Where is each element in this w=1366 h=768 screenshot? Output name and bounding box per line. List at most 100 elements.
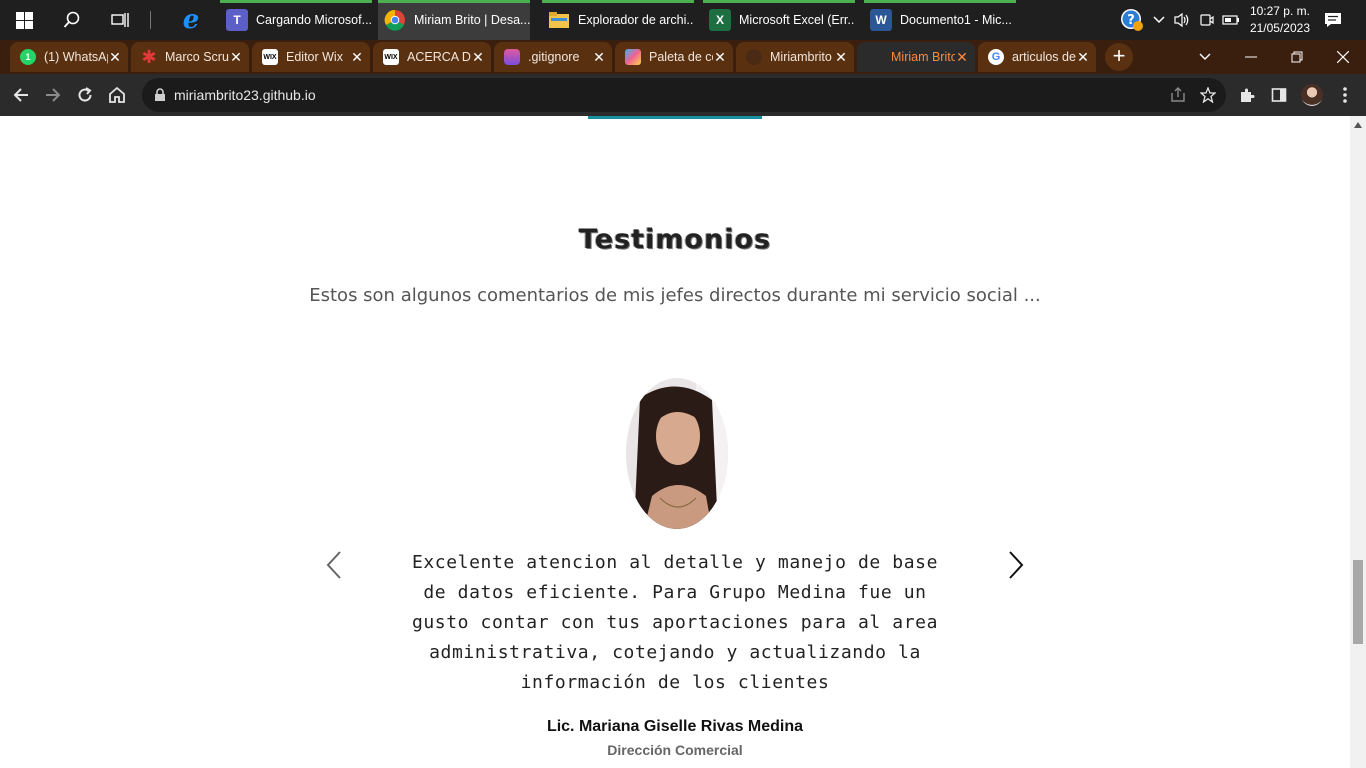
taskbar-app-word[interactable]: W Documento1 - Mic... xyxy=(864,0,1016,40)
close-window-button[interactable] xyxy=(1328,40,1358,74)
browser-toolbar: miriambrito23.github.io xyxy=(0,74,1366,116)
browser-tab[interactable]: WIX Editor Wix ✕ xyxy=(252,42,370,72)
battery-icon xyxy=(1222,15,1239,25)
side-panel-button[interactable] xyxy=(1264,80,1294,110)
github-icon xyxy=(746,49,762,65)
help-tray-button[interactable]: ? xyxy=(1118,0,1146,40)
running-indicator xyxy=(378,0,530,3)
search-button[interactable] xyxy=(56,0,88,40)
close-icon[interactable]: ✕ xyxy=(229,49,243,66)
browser-tab[interactable]: Miriambrito ✕ xyxy=(736,42,854,72)
taskbar-app-chrome[interactable]: Miriam Brito | Desa... xyxy=(378,0,530,40)
internet-explorer-icon: e xyxy=(182,5,200,35)
volume-button[interactable] xyxy=(1172,0,1192,40)
search-icon xyxy=(63,11,80,28)
lock-icon[interactable] xyxy=(154,88,166,102)
browser-tab-strip: 1 (1) WhatsApp ✕ ✱ Marco Scrum ✕ WIX Edi… xyxy=(0,40,1366,74)
running-indicator xyxy=(864,0,1016,3)
browser-tab[interactable]: ✱ Marco Scrum ✕ xyxy=(131,42,249,72)
tab-title: Miriambrito xyxy=(770,50,832,64)
show-hidden-icons-button[interactable] xyxy=(1150,0,1168,40)
taskbar-app-excel[interactable]: X Microsoft Excel (Err... xyxy=(703,0,855,40)
reload-button[interactable] xyxy=(70,80,100,110)
taskbar-app-label: Microsoft Excel (Err... xyxy=(739,13,855,27)
bookmark-star-icon[interactable] xyxy=(1200,87,1216,103)
notifications-button[interactable] xyxy=(1320,0,1346,40)
taskbar-app-teams[interactable]: T Cargando Microsof... xyxy=(220,0,372,40)
close-icon[interactable]: ✕ xyxy=(713,49,727,66)
close-icon[interactable]: ✕ xyxy=(1076,49,1090,66)
reload-icon xyxy=(78,87,92,102)
chrome-menu-button[interactable] xyxy=(1330,80,1360,110)
file-explorer-icon xyxy=(548,9,570,31)
gitignore-icon xyxy=(504,49,520,65)
chevron-down-icon xyxy=(1153,16,1165,24)
taskbar-clock[interactable]: 10:27 p. m. 21/05/2023 xyxy=(1250,3,1310,37)
palette-icon xyxy=(625,49,641,65)
close-icon[interactable]: ✕ xyxy=(108,49,122,66)
minimize-icon xyxy=(1245,56,1257,58)
taskbar-separator xyxy=(146,0,154,40)
forward-button[interactable] xyxy=(38,80,68,110)
section-subtitle: Estos son algunos comentarios de mis jef… xyxy=(309,285,1041,306)
avatar xyxy=(1301,84,1323,106)
task-view-icon xyxy=(111,13,129,27)
browser-tab[interactable]: .gitignore ✕ xyxy=(494,42,612,72)
extensions-button[interactable] xyxy=(1232,80,1262,110)
browser-tab[interactable]: Paleta de colores ✕ xyxy=(615,42,733,72)
tab-title: Marco Scrum xyxy=(165,50,229,64)
excel-icon: X xyxy=(709,9,731,31)
profile-button[interactable] xyxy=(1297,80,1327,110)
close-icon[interactable]: ✕ xyxy=(471,49,485,66)
wix-icon: WIX xyxy=(383,49,399,65)
taskbar-app-file-explorer[interactable]: Explorador de archi... xyxy=(542,0,694,40)
taskbar-app-label: Explorador de archi... xyxy=(578,13,694,27)
home-button[interactable] xyxy=(102,80,132,110)
tab-title: (1) WhatsApp xyxy=(44,50,108,64)
section-title: Testimonios xyxy=(578,224,772,255)
asterisk-icon: ✱ xyxy=(141,46,157,67)
kebab-menu-icon xyxy=(1343,87,1347,103)
tab-title: Miriam Brito xyxy=(891,50,955,64)
taskbar-app-label: Documento1 - Mic... xyxy=(900,13,1012,27)
scrollbar-thumb[interactable] xyxy=(1353,560,1363,644)
internet-explorer-button[interactable]: e xyxy=(174,0,208,40)
tab-title: articulos de xyxy=(1012,50,1076,64)
page-scrollbar[interactable] xyxy=(1350,116,1366,768)
close-icon[interactable]: ✕ xyxy=(955,49,969,66)
tab-search-button[interactable] xyxy=(1196,40,1214,74)
arrow-right-icon xyxy=(46,88,61,102)
restore-icon xyxy=(1291,51,1303,63)
restore-button[interactable] xyxy=(1282,40,1312,74)
running-indicator xyxy=(220,0,372,3)
web-page-viewport: Testimonios Estos son algunos comentario… xyxy=(0,116,1350,768)
task-view-button[interactable] xyxy=(104,0,136,40)
close-icon[interactable]: ✕ xyxy=(592,49,606,66)
chevron-down-icon xyxy=(1199,53,1211,60)
side-panel-icon xyxy=(1271,88,1287,102)
camera-icon xyxy=(1200,14,1214,26)
new-tab-button[interactable]: + xyxy=(1105,43,1133,71)
close-icon[interactable]: ✕ xyxy=(350,49,364,66)
share-icon[interactable] xyxy=(1170,87,1186,103)
carousel-next-arrow-icon[interactable] xyxy=(1003,550,1027,580)
puzzle-icon xyxy=(1241,88,1255,102)
teams-icon: T xyxy=(226,9,248,31)
browser-tab[interactable]: WIX ACERCA DE ✕ xyxy=(373,42,491,72)
close-icon[interactable]: ✕ xyxy=(834,49,848,66)
scroll-up-arrow-icon[interactable] xyxy=(1354,122,1362,128)
battery-button[interactable] xyxy=(1220,0,1242,40)
carousel-prev-arrow-icon[interactable] xyxy=(323,550,347,580)
start-button[interactable] xyxy=(8,0,40,40)
meet-now-button[interactable] xyxy=(1196,0,1218,40)
tab-title: Editor Wix xyxy=(286,50,343,64)
back-button[interactable] xyxy=(6,80,36,110)
tab-title: .gitignore xyxy=(528,50,580,64)
whatsapp-icon: 1 xyxy=(20,49,36,65)
browser-tab[interactable]: G articulos de ✕ xyxy=(978,42,1096,72)
browser-tab-active[interactable]: Miriam Brito ✕ xyxy=(857,42,975,72)
help-icon: ? xyxy=(1121,9,1143,31)
browser-tab[interactable]: 1 (1) WhatsApp ✕ xyxy=(10,42,128,72)
address-bar[interactable]: miriambrito23.github.io xyxy=(142,78,1226,112)
minimize-button[interactable] xyxy=(1236,40,1266,74)
